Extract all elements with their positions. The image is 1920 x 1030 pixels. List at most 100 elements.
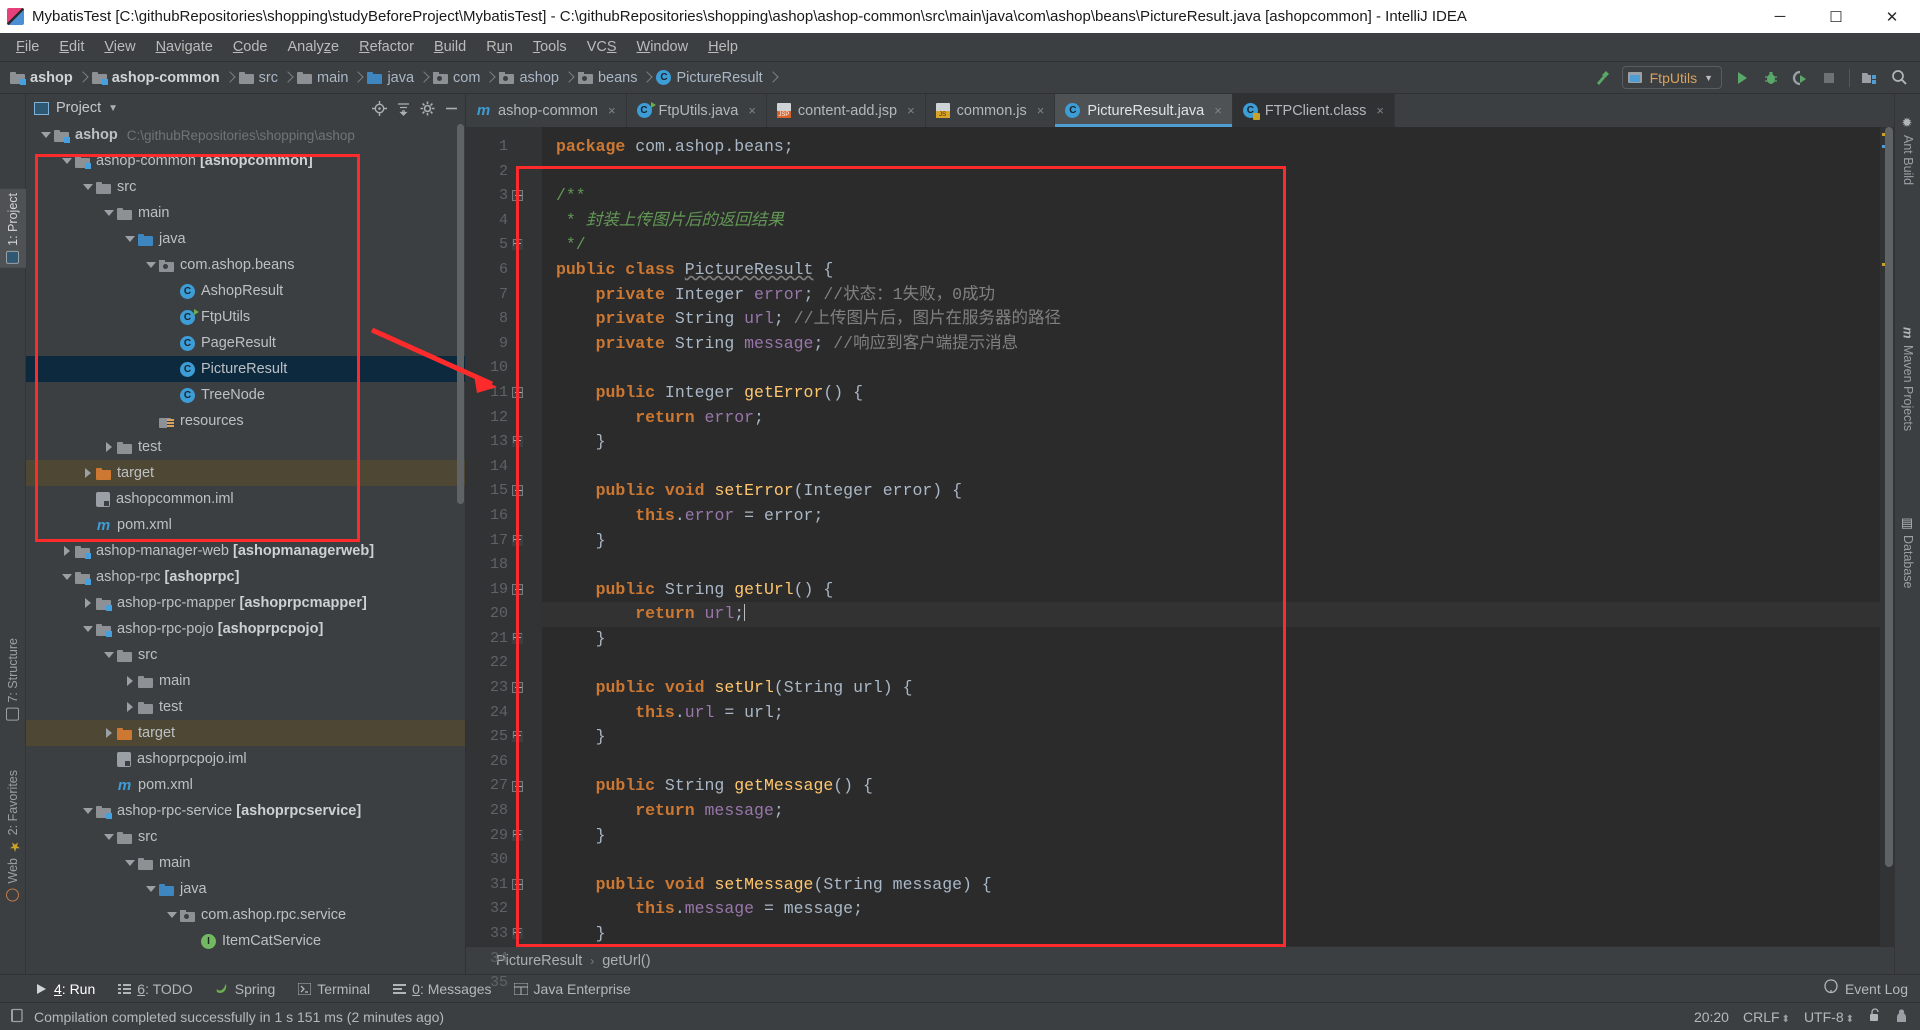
tool-strip-button-maven-projects[interactable]: m Maven Projects <box>1895 322 1920 435</box>
breadcrumb-item-src[interactable]: src <box>237 70 282 86</box>
event-log-label[interactable]: Event Log <box>1845 981 1908 997</box>
line-number[interactable]: 20 <box>466 602 542 627</box>
tree-row[interactable]: C TreeNode <box>26 382 465 408</box>
hide-panel-icon[interactable] <box>441 98 461 118</box>
tree-row[interactable]: java <box>26 226 465 252</box>
tool-window-button-terminal[interactable]: Terminal <box>297 981 370 997</box>
fold-start-icon[interactable] <box>512 190 523 202</box>
tree-twisty[interactable] <box>143 262 159 268</box>
line-number[interactable]: 34 <box>466 947 542 972</box>
run-icon[interactable] <box>1729 66 1755 90</box>
fold-end-icon[interactable] <box>512 534 523 546</box>
fold-start-icon[interactable] <box>512 387 523 398</box>
tool-window-button---run[interactable]: 4: Run <box>34 981 95 997</box>
breadcrumb-item-com[interactable]: com <box>431 70 484 86</box>
line-number[interactable]: 3 <box>466 184 542 209</box>
menu-item-tools[interactable]: Tools <box>523 36 577 58</box>
tree-row[interactable]: ashop-manager-web [ashopmanagerweb] <box>26 538 465 564</box>
line-number[interactable]: 18 <box>466 553 542 578</box>
line-number[interactable]: 23 <box>466 676 542 701</box>
editor-tab-ashop-common[interactable]: m ashop-common × <box>466 94 627 127</box>
menu-item-analyze[interactable]: Analyze <box>278 36 350 58</box>
line-number[interactable]: 35 <box>466 971 542 996</box>
tool-window-button---todo[interactable]: 6: TODO <box>117 981 193 997</box>
tool-strip-button-7--structure[interactable]: 7: Structure <box>0 634 26 725</box>
line-number[interactable]: 4 <box>466 209 542 234</box>
editor-scrollbar[interactable] <box>1883 127 1894 946</box>
editor-marker-bar[interactable] <box>1880 127 1894 946</box>
tree-row[interactable]: C PictureResult <box>26 356 465 382</box>
editor-breadcrumb-item[interactable]: getUrl() <box>602 953 650 969</box>
menu-item-edit[interactable]: Edit <box>49 36 94 58</box>
tree-twisty[interactable] <box>80 626 96 632</box>
maximize-button[interactable]: ☐ <box>1808 0 1864 33</box>
tree-twisty[interactable] <box>122 236 138 242</box>
fold-end-icon[interactable] <box>512 633 523 644</box>
tree-row[interactable]: target <box>26 720 465 746</box>
tree-row[interactable]: C PageResult <box>26 330 465 356</box>
tree-row[interactable]: com.ashop.rpc.service <box>26 902 465 928</box>
project-tree-scrollbar[interactable] <box>457 124 464 504</box>
breadcrumb-item-pictureresult[interactable]: C PictureResult <box>654 70 766 86</box>
line-number[interactable]: 17 <box>466 529 542 554</box>
tree-twisty[interactable] <box>164 912 180 918</box>
tree-twisty[interactable] <box>122 702 138 712</box>
tree-row[interactable]: ashopcommon.iml <box>26 486 465 512</box>
tree-twisty[interactable] <box>80 598 96 608</box>
tool-strip-button-ant-build[interactable]: ✹ Ant Build <box>1895 112 1920 189</box>
line-number[interactable]: 28 <box>466 799 542 824</box>
menu-item-build[interactable]: Build <box>424 36 476 58</box>
tool-strip-button-1--project[interactable]: 1: Project <box>0 189 26 268</box>
fold-end-icon[interactable] <box>512 829 523 841</box>
fold-start-icon[interactable] <box>512 879 523 890</box>
line-number[interactable]: 31 <box>466 873 542 898</box>
tree-row[interactable]: ashop-rpc-mapper [ashoprpcmapper] <box>26 590 465 616</box>
menu-item-view[interactable]: View <box>94 36 145 58</box>
tree-row[interactable]: src <box>26 642 465 668</box>
line-number[interactable]: 2 <box>466 160 542 185</box>
tree-row[interactable]: test <box>26 434 465 460</box>
run-with-coverage-icon[interactable] <box>1787 66 1813 90</box>
tree-twisty[interactable] <box>80 808 96 814</box>
line-number[interactable]: 16 <box>466 504 542 529</box>
editor-tab-ftputils-java[interactable]: C FtpUtils.java × <box>627 94 767 127</box>
menu-item-navigate[interactable]: Navigate <box>146 36 223 58</box>
tree-row[interactable]: ashoprpcpojo.iml <box>26 746 465 772</box>
line-number[interactable]: 6 <box>466 258 542 283</box>
tree-row[interactable]: C AshopResult <box>26 278 465 304</box>
tree-row[interactable]: test <box>26 694 465 720</box>
tree-row[interactable]: m pom.xml <box>26 512 465 538</box>
tree-twisty[interactable] <box>59 158 75 164</box>
collapse-all-icon[interactable] <box>393 98 413 118</box>
line-number[interactable]: 22 <box>466 651 542 676</box>
tree-row[interactable]: I ItemCatService <box>26 928 465 954</box>
editor-tab-pictureresult-java[interactable]: C PictureResult.java × <box>1055 94 1233 127</box>
tree-row[interactable]: m pom.xml <box>26 772 465 798</box>
line-number[interactable]: 21 <box>466 627 542 652</box>
line-number[interactable]: 13 <box>466 430 542 455</box>
line-number[interactable]: 12 <box>466 406 542 431</box>
menu-item-file[interactable]: File <box>6 36 49 58</box>
menu-item-help[interactable]: Help <box>698 36 748 58</box>
file-encoding[interactable]: UTF-8 ⬍ <box>1804 1009 1854 1025</box>
line-number[interactable]: 8 <box>466 307 542 332</box>
tree-row[interactable]: src <box>26 824 465 850</box>
tree-twisty[interactable] <box>122 676 138 686</box>
editor-tab-common-js[interactable]: JS common.js × <box>926 94 1056 127</box>
fold-end-icon[interactable] <box>512 436 523 448</box>
hector-icon[interactable] <box>1895 1008 1908 1026</box>
unlocked-icon[interactable] <box>1868 1007 1881 1026</box>
tree-twisty[interactable] <box>59 546 75 556</box>
editor-tab-content-add-jsp[interactable]: JSP content-add.jsp × <box>767 94 926 127</box>
tree-row[interactable]: java <box>26 876 465 902</box>
breadcrumb-item-ashop-common[interactable]: ashop-common <box>90 70 224 86</box>
fold-start-icon[interactable] <box>512 780 523 792</box>
breadcrumb-item-java[interactable]: java <box>365 70 418 86</box>
line-number[interactable]: 25 <box>466 725 542 750</box>
close-icon[interactable]: × <box>1376 103 1384 118</box>
tree-row[interactable]: C FtpUtils <box>26 304 465 330</box>
tree-twisty[interactable] <box>122 860 138 866</box>
breadcrumb-item-ashop[interactable]: ashop <box>497 70 563 86</box>
tree-twisty[interactable] <box>101 442 117 452</box>
project-tree[interactable]: ashop C:\githubRepositories\shopping\asho… <box>26 122 465 974</box>
